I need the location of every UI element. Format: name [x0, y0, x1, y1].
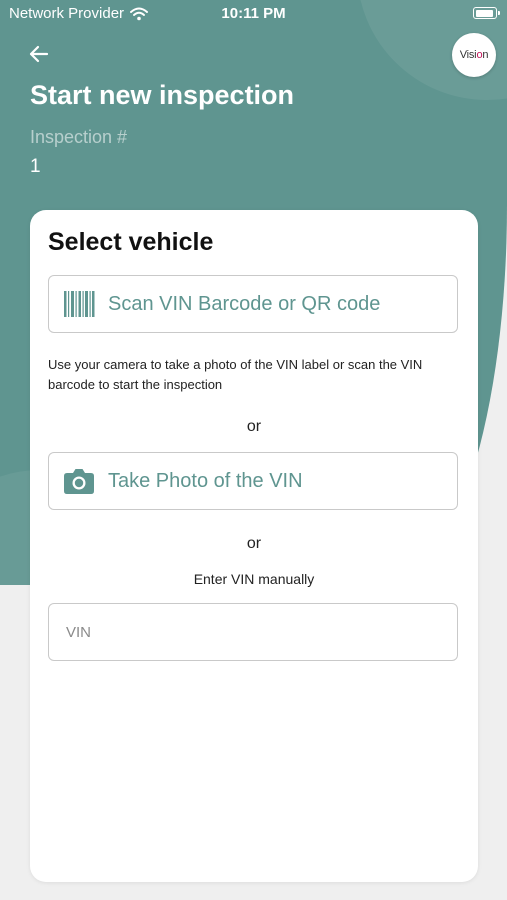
arrow-left-icon — [29, 45, 49, 63]
take-photo-button[interactable]: Take Photo of the VIN — [48, 452, 458, 510]
or-separator: or — [246, 535, 262, 552]
scan-vin-barcode-button[interactable]: Scan VIN Barcode or QR code — [48, 275, 458, 333]
status-time: 10:11 PM — [221, 5, 286, 22]
photo-button-label: Take Photo of the VIN — [108, 469, 303, 492]
enter-vin-manually-label: Enter VIN manually — [193, 571, 315, 587]
battery-level — [475, 9, 493, 17]
page-title: Start new inspection — [30, 80, 295, 110]
or-separator: or — [246, 418, 262, 435]
card-title: Select vehicle — [48, 228, 214, 256]
inspection-number: 1 — [30, 156, 41, 177]
barcode-icon — [64, 291, 95, 317]
vin-input[interactable] — [48, 603, 458, 661]
vision-logo: Visi o n — [452, 33, 496, 77]
status-bar: Network Provider 10:11 PM — [0, 0, 507, 28]
battery-icon — [473, 7, 500, 19]
inspection-label: Inspection # — [30, 127, 128, 147]
help-text: Use your camera to take a photo of the V… — [48, 357, 423, 392]
select-vehicle-card: Select vehicle Scan VIN Barcode or QR co… — [30, 210, 478, 882]
back-button[interactable] — [27, 42, 51, 66]
scan-button-label: Scan VIN Barcode or QR code — [108, 292, 381, 315]
camera-icon — [64, 469, 94, 494]
